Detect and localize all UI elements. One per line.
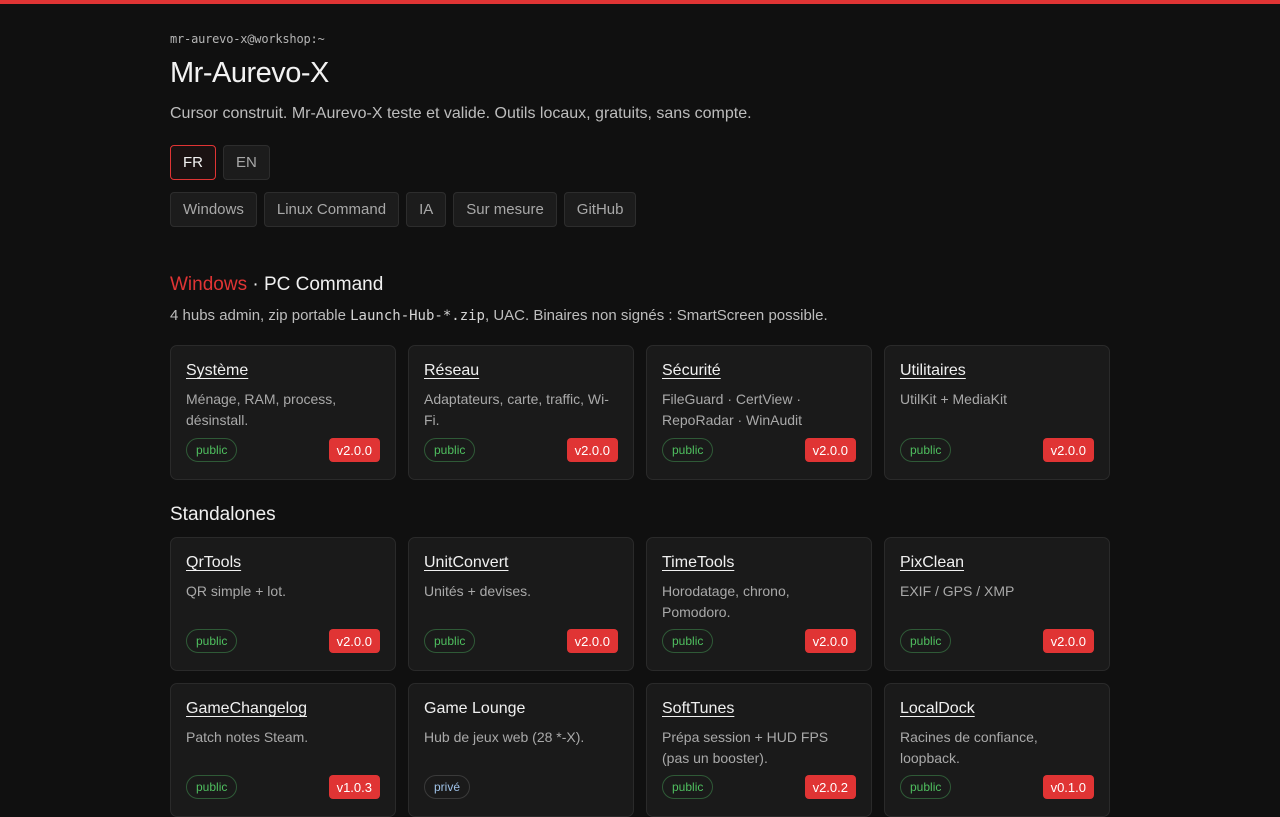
zip-filename: Launch-Hub-*.zip <box>350 308 485 324</box>
windows-hubs-grid: Système Ménage, RAM, process, désinstall.… <box>170 345 1110 480</box>
standalones-grid: QrTools QR simple + lot. public v2.0.0 UnitC… <box>170 537 1110 817</box>
tool-card-gamechangelog: GameChangelog Patch notes Steam. public v1.… <box>170 683 396 817</box>
card-title-link[interactable]: Système <box>186 362 248 380</box>
visibility-badge: public <box>186 629 238 653</box>
tool-card-pixclean: PixClean EXIF / GPS / XMP public v2.0.0 <box>884 537 1110 671</box>
card-title-link[interactable]: Sécurité <box>662 362 721 380</box>
version-badge: v2.0.0 <box>1042 438 1094 462</box>
tool-card-localdock: LocalDock Racines de confiance, loopback.… <box>884 683 1110 817</box>
language-button-en[interactable]: EN <box>223 145 270 180</box>
card-description: Adaptateurs, carte, traffic, Wi-Fi. <box>424 391 609 428</box>
windows-title-accent: Windows <box>170 274 248 295</box>
visibility-badge: privé <box>424 775 471 799</box>
visibility-badge: public <box>662 775 714 799</box>
tool-card-securite: Sécurité FileGuard · CertView · RepoRadar… <box>646 345 872 480</box>
card-description: FileGuard · CertView · RepoRadar · WinAu… <box>662 391 803 428</box>
version-badge: v2.0.2 <box>804 775 856 799</box>
card-title-link[interactable]: Réseau <box>424 362 479 380</box>
card-title-link[interactable]: QrTools <box>186 554 241 572</box>
terminal-prompt: mr-aurevo-x@workshop:~ <box>170 32 325 46</box>
card-description: Racines de confiance, loopback. <box>900 729 1038 766</box>
main-nav: Windows Linux Command IA Sur mesure GitHub <box>170 192 637 227</box>
tool-card-unitconvert: UnitConvert Unités + devises. public v2.0.0 <box>408 537 634 671</box>
card-description: Unités + devises. <box>424 583 531 599</box>
version-badge: v0.1.0 <box>1042 775 1094 799</box>
tool-card-utilitaires: Utilitaires UtilKit + MediaKit public v2.0.… <box>884 345 1110 480</box>
windows-section-description: 4 hubs admin, zip portable Launch-Hub-*.… <box>170 307 828 324</box>
nav-link-linux-command[interactable]: Linux Command <box>263 192 400 227</box>
card-description: Prépa session + HUD FPS (pas un booster)… <box>662 729 829 766</box>
nav-link-windows[interactable]: Windows <box>170 192 257 227</box>
visibility-badge: public <box>900 629 952 653</box>
site-title: Mr-Aurevo-X <box>170 57 329 89</box>
card-description: QR simple + lot. <box>186 583 286 599</box>
desc-text: 4 hubs admin, zip portable <box>170 307 351 324</box>
nav-link-sur-mesure[interactable]: Sur mesure <box>453 192 557 227</box>
card-title-link[interactable]: UnitConvert <box>424 554 508 572</box>
visibility-badge: public <box>900 438 952 462</box>
version-badge: v2.0.0 <box>804 629 856 653</box>
version-badge: v2.0.0 <box>566 629 618 653</box>
card-description: EXIF / GPS / XMP <box>900 583 1015 599</box>
visibility-badge: public <box>186 775 238 799</box>
card-description: Patch notes Steam. <box>186 729 309 745</box>
accent-top-bar <box>0 0 1280 4</box>
tool-card-game-lounge: Game Lounge Hub de jeux web (28 *-X). priv… <box>408 683 634 817</box>
card-title-link[interactable]: SoftTunes <box>662 700 734 718</box>
version-badge: v2.0.0 <box>1042 629 1094 653</box>
card-title-link[interactable]: LocalDock <box>900 700 975 718</box>
card-description: Hub de jeux web (28 *-X). <box>424 729 585 745</box>
card-title-link[interactable]: PixClean <box>900 554 964 572</box>
standalones-section-title: Standalones <box>170 504 276 525</box>
tool-card-systeme: Système Ménage, RAM, process, désinstall.… <box>170 345 396 480</box>
windows-title-rest: · PC Command <box>247 274 384 295</box>
windows-section-title: Windows · PC Command <box>170 274 383 296</box>
card-title-link[interactable]: GameChangelog <box>186 700 307 718</box>
tool-card-qrtools: QrTools QR simple + lot. public v2.0.0 <box>170 537 396 671</box>
card-description: Horodatage, chrono, Pomodoro. <box>662 583 790 620</box>
visibility-badge: public <box>662 438 714 462</box>
visibility-badge: public <box>424 629 476 653</box>
card-description: Ménage, RAM, process, désinstall. <box>186 391 337 428</box>
visibility-badge: public <box>900 775 952 799</box>
tool-card-reseau: Réseau Adaptateurs, carte, traffic, Wi-Fi… <box>408 345 634 480</box>
tool-card-timetools: TimeTools Horodatage, chrono, Pomodoro. pu… <box>646 537 872 671</box>
language-button-fr[interactable]: FR <box>170 145 216 180</box>
version-badge: v2.0.0 <box>328 438 380 462</box>
version-badge: v1.0.3 <box>328 775 380 799</box>
tool-card-softtunes: SoftTunes Prépa session + HUD FPS (pas un… <box>646 683 872 817</box>
nav-link-github[interactable]: GitHub <box>563 192 637 227</box>
visibility-badge: public <box>186 438 238 462</box>
card-description: UtilKit + MediaKit <box>900 391 1007 407</box>
nav-link-ia[interactable]: IA <box>406 192 447 227</box>
visibility-badge: public <box>662 629 714 653</box>
visibility-badge: public <box>424 438 476 462</box>
version-badge: v2.0.0 <box>566 438 618 462</box>
tagline: Cursor construit. Mr-Aurevo-X teste et v… <box>170 105 752 122</box>
card-title-link[interactable]: TimeTools <box>662 554 734 572</box>
card-title-link: Game Lounge <box>424 700 526 717</box>
version-badge: v2.0.0 <box>804 438 856 462</box>
version-badge: v2.0.0 <box>328 629 380 653</box>
card-title-link[interactable]: Utilitaires <box>900 362 966 380</box>
language-switcher: FR EN <box>170 145 270 180</box>
desc-text: , UAC. Binaires non signés : SmartScreen… <box>484 307 828 324</box>
